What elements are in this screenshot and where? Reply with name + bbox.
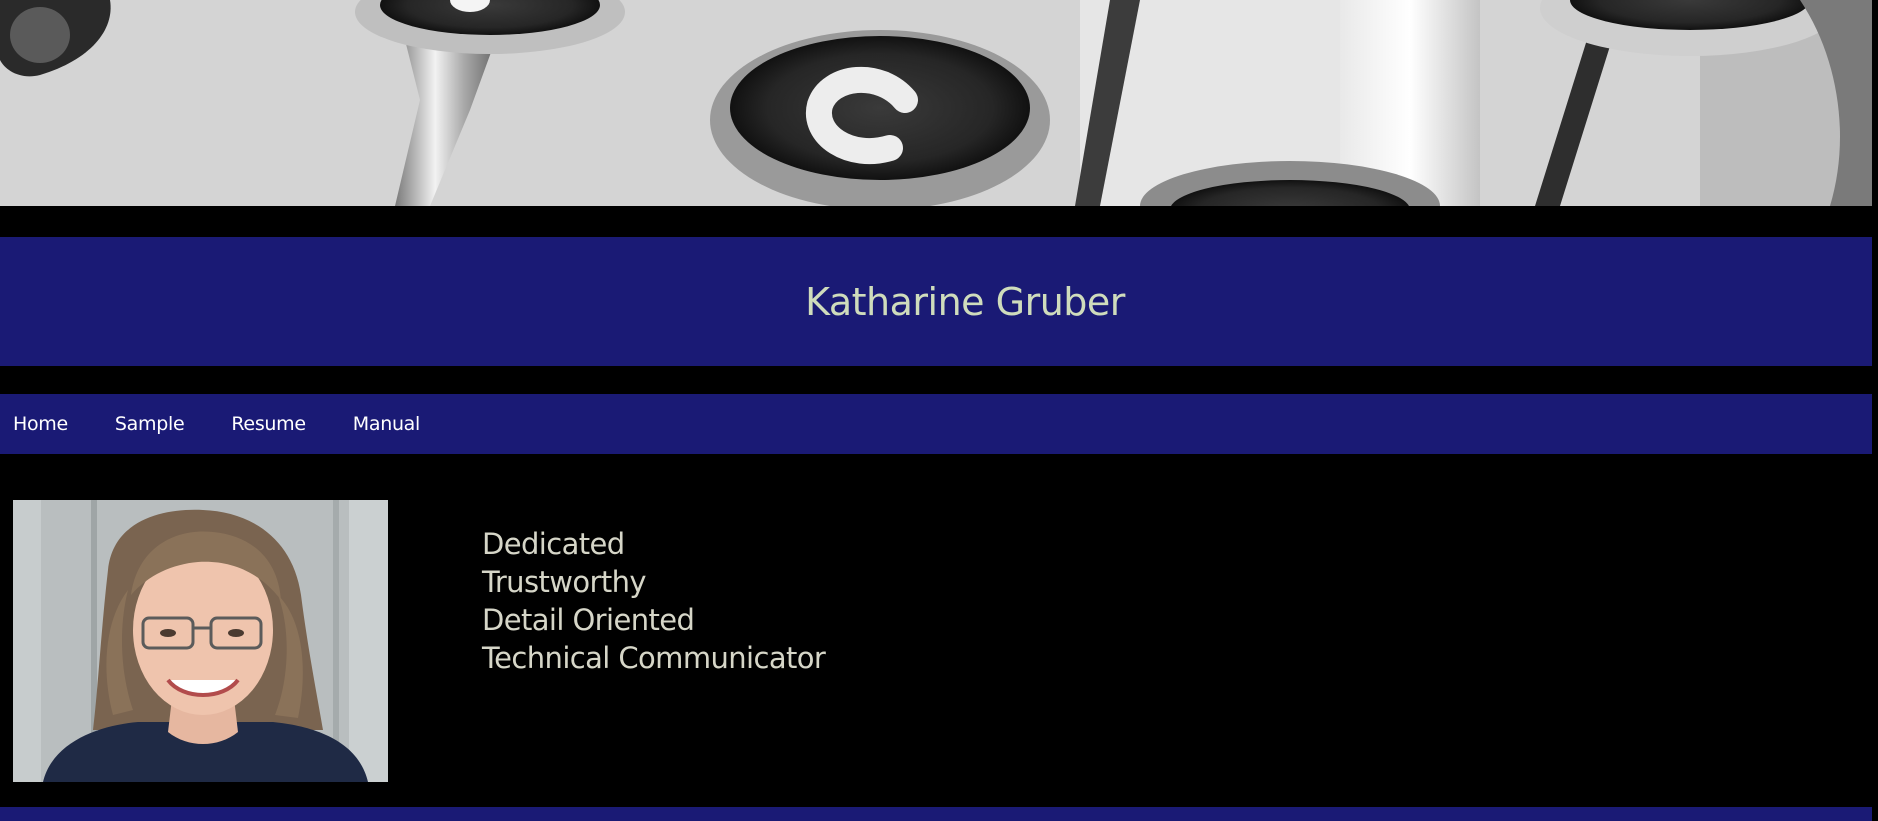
nav-item-manual[interactable]: Manual <box>353 413 421 435</box>
site-title: Katharine Gruber <box>805 279 1125 324</box>
hero-banner-image <box>0 0 1872 206</box>
nav-item-resume[interactable]: Resume <box>231 413 306 435</box>
profile-portrait-image <box>13 500 388 782</box>
trait-item: Trustworthy <box>482 565 647 599</box>
page: Katharine Gruber Home Sample Resume Manu… <box>0 0 1878 821</box>
title-bar: Katharine Gruber <box>0 237 1872 366</box>
trait-item: Detail Oriented <box>482 603 695 637</box>
nav-item-home[interactable]: Home <box>13 413 68 435</box>
main-nav: Home Sample Resume Manual <box>0 394 1872 454</box>
trait-item: Dedicated <box>482 527 625 561</box>
nav-item-sample[interactable]: Sample <box>115 413 185 435</box>
traits-list: Dedicated Trustworthy Detail Oriented Te… <box>482 525 826 677</box>
trait-item: Technical Communicator <box>482 641 826 675</box>
footer-strip <box>0 807 1872 821</box>
